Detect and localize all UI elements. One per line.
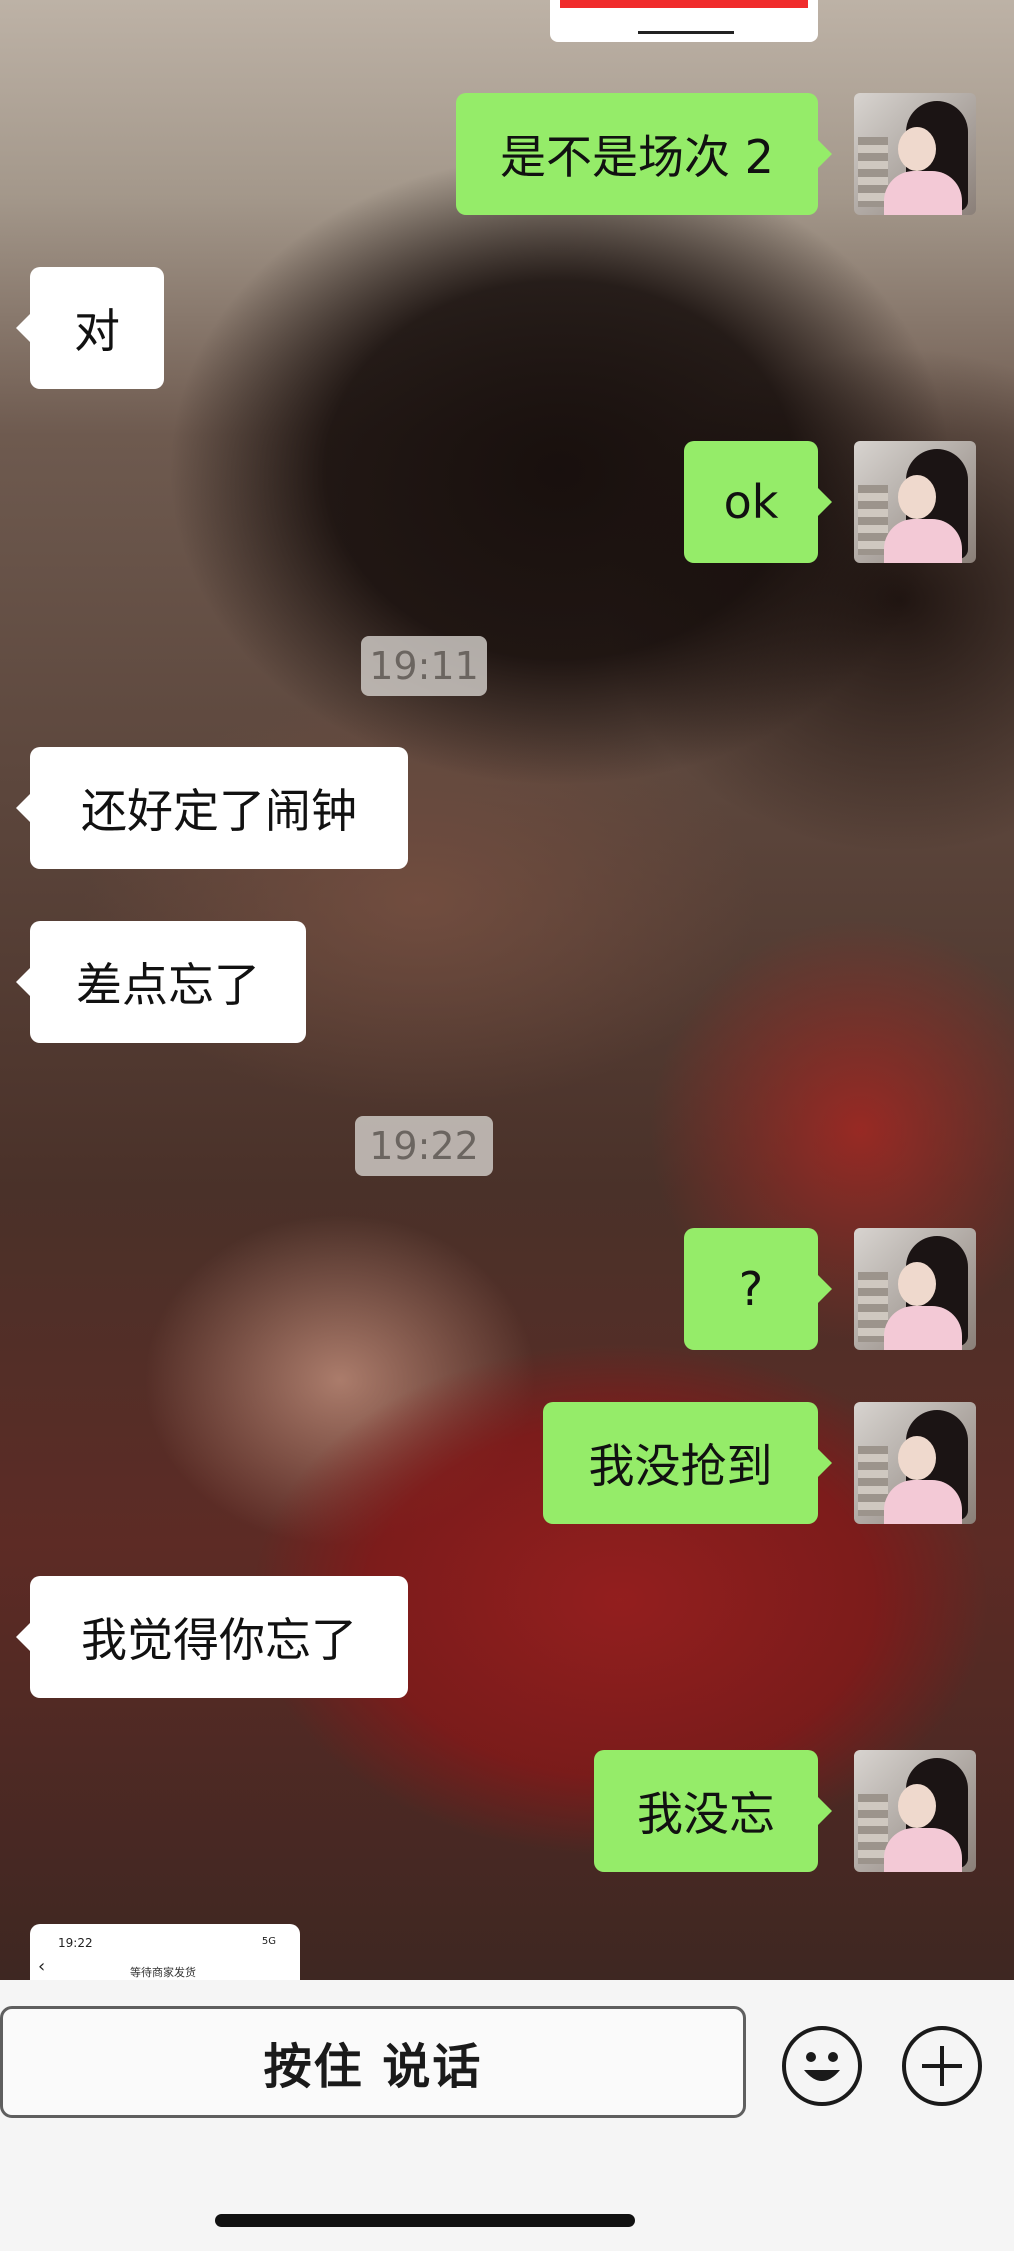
image-message-partial[interactable] [550,0,818,42]
message-row: 还好定了闹钟 [0,747,1014,869]
message-bubble-incoming[interactable]: 还好定了闹钟 [16,747,408,869]
image-status-network: 5G [261,1936,276,1947]
home-indicator[interactable] [215,2214,635,2227]
message-bubble-incoming[interactable]: 对 [16,267,164,389]
input-bar: 按住 说话 [0,1980,1014,2251]
smiley-icon [804,2052,840,2081]
image-home-bar [638,31,734,34]
message-row: 我没抢到 [0,1402,1014,1524]
message-bubble-outgoing[interactable]: ok [684,441,832,563]
message-bubble-incoming[interactable]: 差点忘了 [16,921,306,1043]
more-button[interactable] [902,2026,982,2106]
message-row: 我觉得你忘了 [0,1576,1014,1698]
image-status-time: 19:22 [58,1936,93,1950]
message-bubble-outgoing[interactable]: ? [684,1228,832,1350]
message-bubble-outgoing[interactable]: 我没抢到 [543,1402,832,1524]
chevron-left-icon: ‹ [38,1956,46,1977]
avatar[interactable] [854,93,976,215]
avatar[interactable] [854,441,976,563]
message-row: 对 [0,267,1014,389]
image-message-partial[interactable]: 19:22 5G ‹ 等待商家发货 [30,1924,300,1984]
message-row: ? [0,1228,1014,1350]
timestamp: 19:22 [355,1116,493,1176]
message-bubble-incoming[interactable]: 我觉得你忘了 [16,1576,408,1698]
message-row: 是不是场次 2 [0,93,1014,215]
message-row: 差点忘了 [0,921,1014,1043]
image-page-title: 等待商家发货 [130,1966,196,1979]
avatar[interactable] [854,1750,976,1872]
avatar[interactable] [854,1402,976,1524]
message-row: 我没忘 [0,1750,1014,1872]
image-red-bar [560,0,808,8]
avatar[interactable] [854,1228,976,1350]
emoji-button[interactable] [782,2026,862,2106]
hold-to-talk-button[interactable]: 按住 说话 [0,2006,746,2118]
message-bubble-outgoing[interactable]: 是不是场次 2 [456,93,832,215]
timestamp: 19:11 [361,636,487,696]
message-bubble-outgoing[interactable]: 我没忘 [594,1750,832,1872]
message-row: ok [0,441,1014,563]
plus-circle-icon [922,2046,962,2086]
